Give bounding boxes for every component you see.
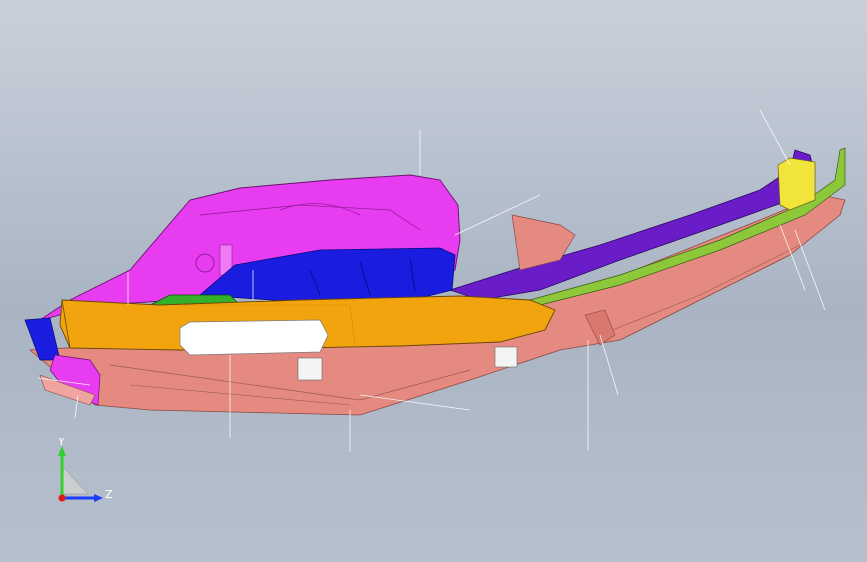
bracket[interactable] <box>777 157 816 211</box>
triad-origin <box>58 494 66 502</box>
white-pad[interactable] <box>179 319 329 356</box>
cad-viewport[interactable]: Y Z <box>0 0 867 562</box>
z-axis-label: Z <box>105 488 113 501</box>
triad-plane <box>61 465 89 495</box>
y-axis-label: Y <box>57 438 65 448</box>
axis-triad: Y Z <box>57 438 113 502</box>
cad-model[interactable] <box>0 0 867 562</box>
